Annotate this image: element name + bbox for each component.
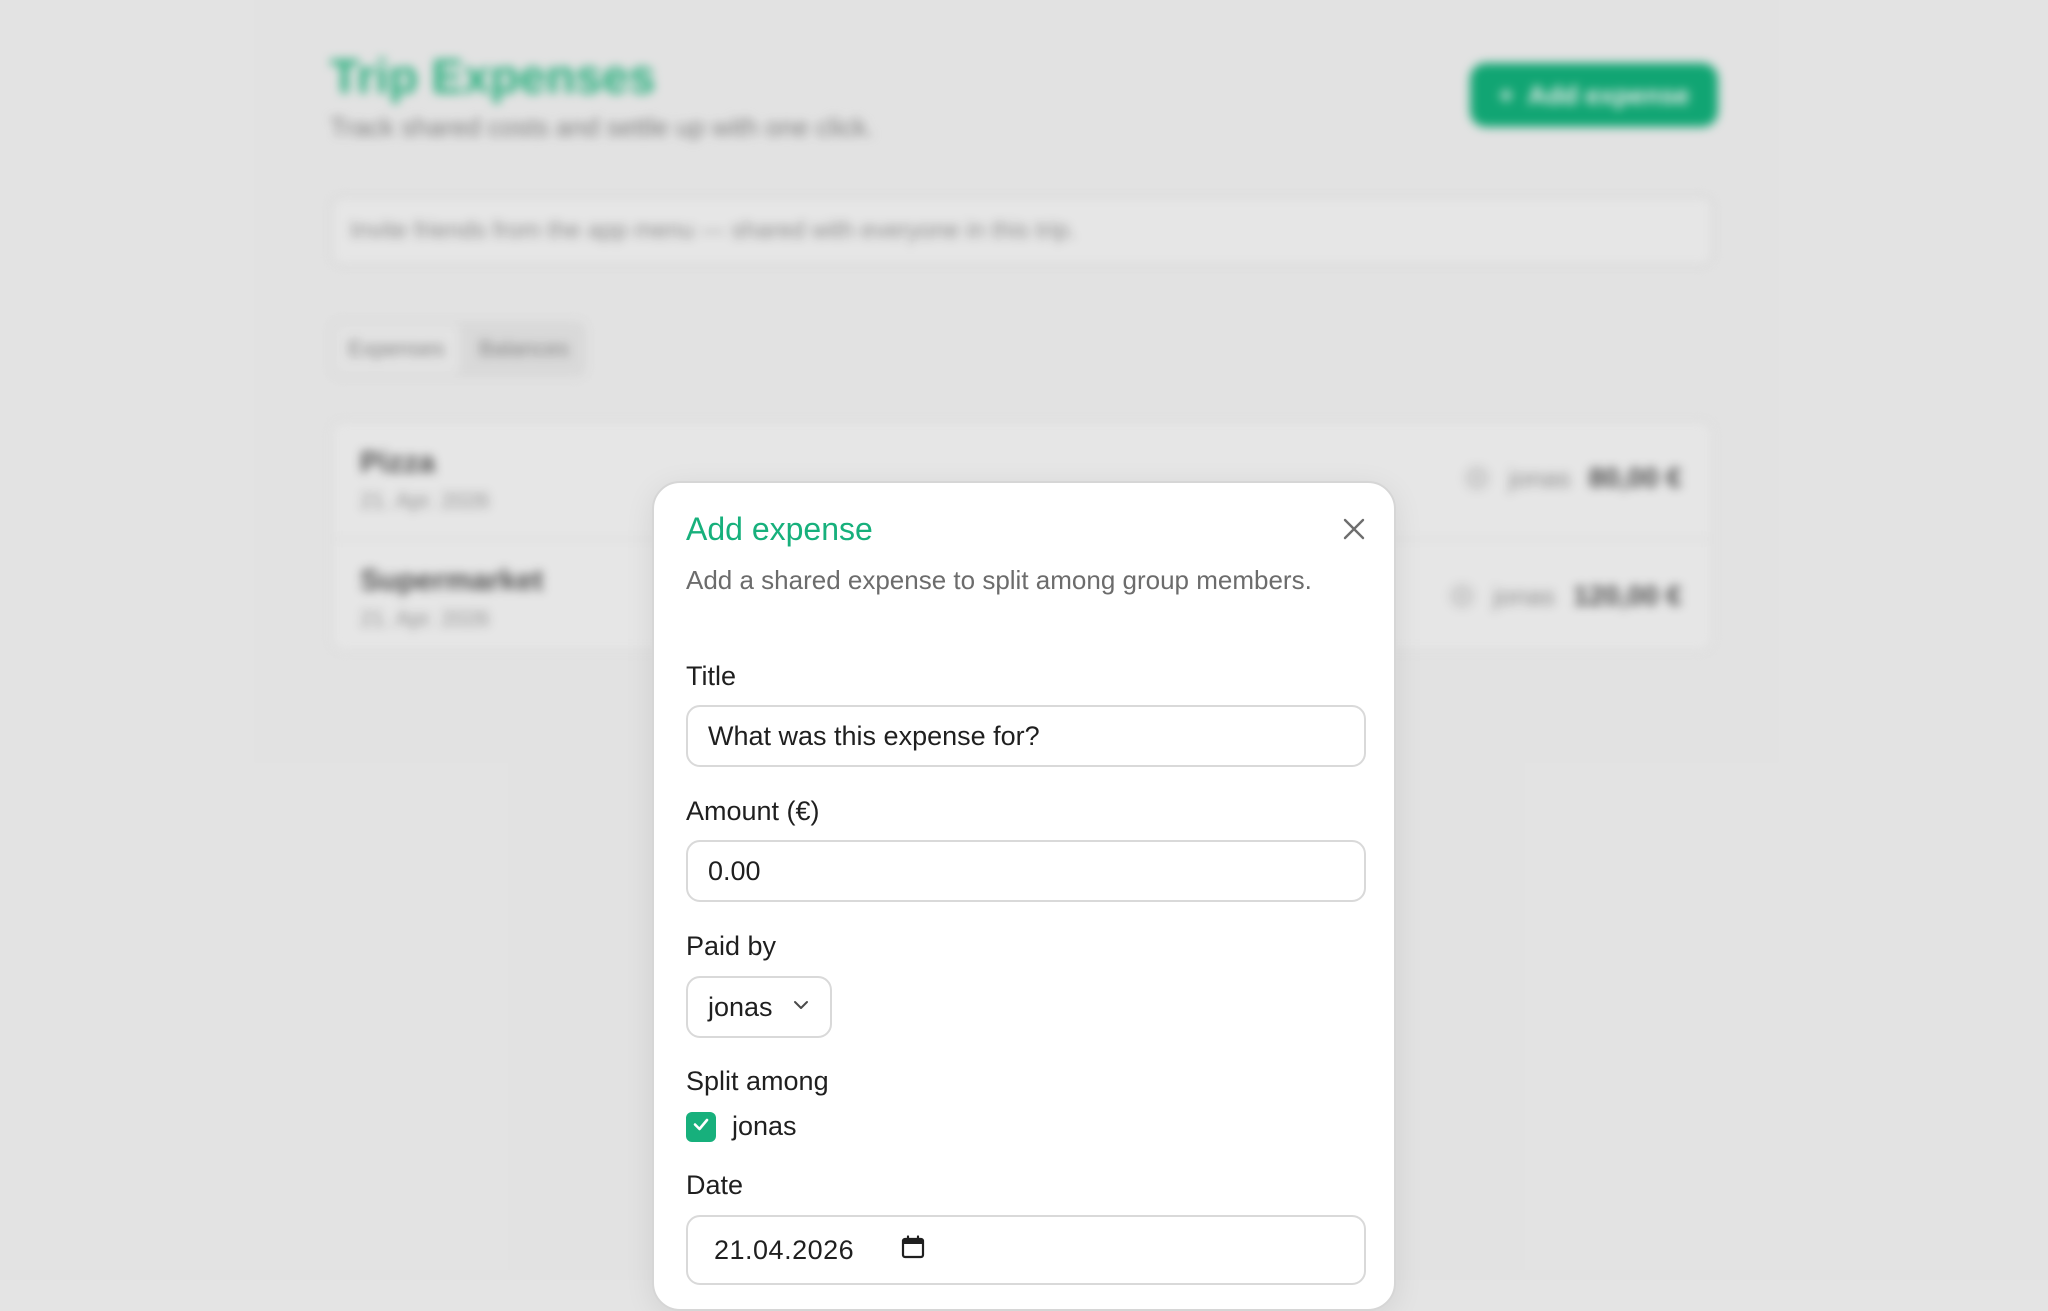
check-icon — [690, 1113, 712, 1140]
add-expense-dialog: Add expense Add a shared expense to spli… — [652, 481, 1396, 1311]
close-icon — [1341, 516, 1367, 547]
dialog-title: Add expense — [686, 511, 873, 547]
split-among-label: Split among — [686, 1066, 829, 1096]
amount-label: Amount (€) — [686, 796, 820, 826]
chevron-down-icon — [790, 992, 812, 1023]
paid-by-label: Paid by — [686, 931, 777, 961]
paid-by-value: jonas — [708, 991, 773, 1022]
title-label: Title — [686, 661, 737, 691]
paid-by-select[interactable]: jonas — [686, 976, 832, 1038]
split-member-name: jonas — [732, 1111, 797, 1141]
date-value: 21.04.2026 — [714, 1234, 855, 1265]
date-input[interactable]: 21.04.2026 — [686, 1215, 1366, 1285]
calendar-icon[interactable] — [900, 1234, 926, 1267]
split-member-checkbox[interactable] — [686, 1111, 716, 1142]
split-member-row: jonas — [686, 1111, 797, 1142]
date-label: Date — [686, 1170, 744, 1200]
close-button[interactable] — [1338, 515, 1370, 547]
amount-input[interactable]: 0.00 — [686, 840, 1366, 902]
title-input[interactable]: What was this expense for? — [686, 705, 1366, 767]
dialog-description: Add a shared expense to split among grou… — [686, 565, 1312, 595]
